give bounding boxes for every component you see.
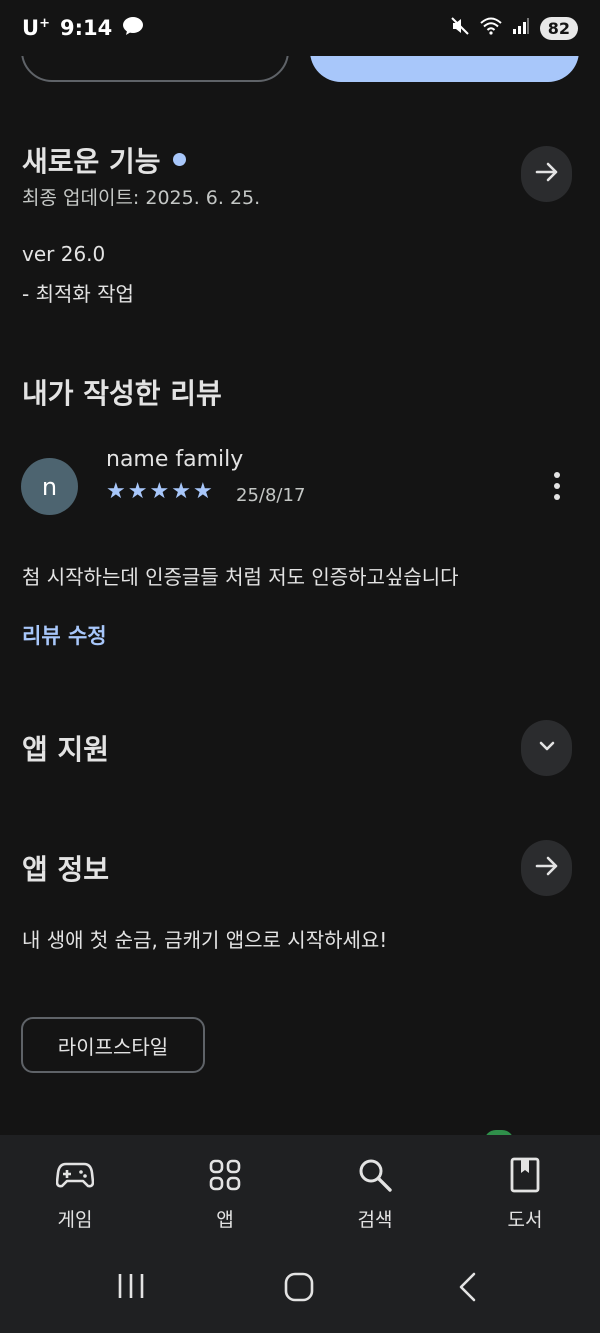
arrow-right-icon <box>534 159 560 189</box>
nav-apps-label: 앱 <box>216 1209 234 1231</box>
talk-bubble-icon <box>122 16 144 40</box>
whats-new-arrow-button[interactable] <box>521 146 572 202</box>
mute-icon <box>450 16 470 40</box>
my-review-title: 내가 작성한 리뷰 <box>22 377 222 410</box>
nav-books[interactable]: 도서 <box>450 1135 600 1247</box>
app-support-expand-button[interactable] <box>521 720 572 776</box>
recent-apps-button[interactable] <box>116 1271 146 1305</box>
avatar: n <box>21 458 78 515</box>
edit-review-link[interactable]: 리뷰 수정 <box>22 620 107 650</box>
clock: 9:14 <box>59 16 113 40</box>
nav-apps[interactable]: 앱 <box>150 1135 300 1247</box>
search-icon <box>358 1157 392 1193</box>
star-icon: ★ <box>127 479 148 504</box>
more-options-icon[interactable] <box>545 468 569 504</box>
arrow-right-icon <box>534 853 560 883</box>
status-bar: U+ 9:14 82 <box>0 0 600 56</box>
category-chip[interactable]: 라이프스타일 <box>21 1017 205 1073</box>
battery-indicator: 82 <box>539 16 578 40</box>
bottom-navigation: 게임 앱 검색 도서 <box>0 1135 600 1247</box>
version-text: ver 26.0 <box>22 242 106 266</box>
signal-icon <box>512 18 530 38</box>
home-icon <box>283 1271 315 1307</box>
star-icon: ★ <box>106 479 126 504</box>
app-description: 내 생애 첫 순금, 금캐기 앱으로 시작하세요! <box>22 928 388 952</box>
home-button[interactable] <box>283 1271 315 1307</box>
system-navigation-bar <box>0 1247 600 1333</box>
gamepad-icon <box>56 1157 94 1193</box>
reviewer-name: name family <box>106 447 244 472</box>
app-info-title: 앱 정보 <box>22 853 110 886</box>
back-icon <box>455 1271 481 1307</box>
recent-apps-icon <box>116 1271 146 1305</box>
star-icon: ★ <box>149 479 170 504</box>
whats-new-title: 새로운 기능 <box>22 140 186 180</box>
star-rating: ★ ★ ★ ★ ★ <box>106 481 213 503</box>
app-support-title: 앱 지원 <box>22 733 110 766</box>
nav-search[interactable]: 검색 <box>300 1135 450 1247</box>
nav-search-label: 검색 <box>357 1209 393 1231</box>
new-indicator-dot <box>172 152 186 166</box>
star-icon: ★ <box>171 479 191 504</box>
carrier-label: U+ <box>22 16 50 40</box>
last-updated: 최종 업데이트: 2025. 6. 25. <box>22 187 261 209</box>
nav-games-label: 게임 <box>57 1209 93 1231</box>
review-date: 25/8/17 <box>236 485 306 506</box>
wifi-icon <box>480 17 502 39</box>
app-info-arrow-button[interactable] <box>521 840 572 896</box>
apps-grid-icon <box>209 1157 241 1193</box>
review-text: 첨 시작하는데 인증글들 처럼 저도 인증하고싶습니다 <box>22 565 459 589</box>
star-icon: ★ <box>192 479 213 504</box>
nav-books-label: 도서 <box>507 1209 543 1231</box>
screen: 제거 열기 U+ 9:14 82 새로운 기능 최종 업데이트: 2025. 6… <box>0 0 600 1333</box>
back-button[interactable] <box>455 1271 481 1307</box>
nav-games[interactable]: 게임 <box>0 1135 150 1247</box>
chevron-down-icon <box>536 735 558 761</box>
release-notes: - 최적화 작업 <box>22 282 134 306</box>
book-icon <box>510 1157 540 1193</box>
